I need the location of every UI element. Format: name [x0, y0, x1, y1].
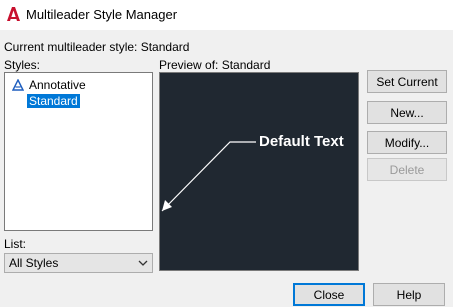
- autocad-app-icon: [7, 7, 20, 21]
- style-item-standard[interactable]: Standard: [27, 93, 80, 108]
- styles-list[interactable]: Annotative Standard: [4, 72, 153, 231]
- style-item-annotative[interactable]: Annotative: [12, 77, 88, 92]
- current-style-label: Current multileader style: Standard: [4, 40, 190, 54]
- styles-label: Styles:: [4, 58, 41, 72]
- list-label: List:: [4, 237, 27, 251]
- annotative-icon: [12, 78, 24, 91]
- preview-label: Preview of: Standard: [159, 58, 271, 72]
- modify-button[interactable]: Modify...: [367, 131, 447, 154]
- list-filter-dropdown[interactable]: All Styles: [4, 253, 153, 273]
- window-title: Multileader Style Manager: [26, 7, 178, 22]
- list-filter-value: All Styles: [9, 256, 59, 270]
- leader-arrow: [161, 141, 256, 212]
- delete-button[interactable]: Delete: [367, 158, 447, 181]
- style-item-label: Annotative: [29, 77, 86, 92]
- preview-pane: Default Text: [159, 72, 359, 271]
- set-current-button[interactable]: Set Current: [367, 70, 447, 93]
- close-button[interactable]: Close: [293, 283, 365, 306]
- preview-default-text: Default Text: [259, 133, 344, 150]
- new-button[interactable]: New...: [367, 101, 447, 124]
- help-button[interactable]: Help: [373, 283, 445, 306]
- chevron-down-icon: [138, 260, 148, 266]
- style-item-label: Standard: [27, 93, 80, 108]
